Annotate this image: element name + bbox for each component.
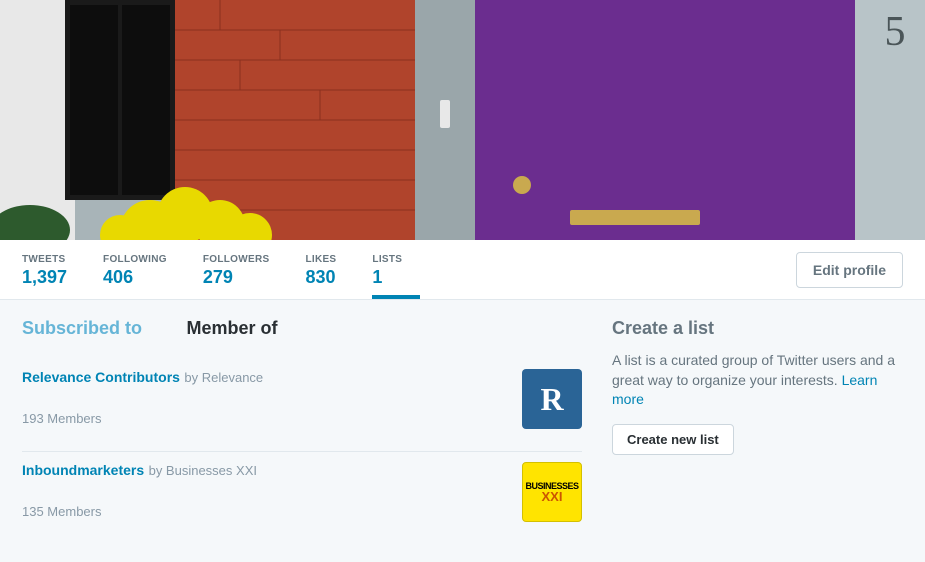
main-column: Subscribed to Member of Relevance Contri… xyxy=(22,318,582,544)
stat-label: LIKES xyxy=(305,254,336,265)
stat-label: FOLLOWERS xyxy=(203,254,270,265)
stat-value: 279 xyxy=(203,265,270,288)
stat-value: 1,397 xyxy=(22,265,67,288)
tab-subscribed-to[interactable]: Subscribed to xyxy=(22,318,142,338)
profile-banner: 5 xyxy=(0,0,925,240)
tab-lists[interactable]: LISTS 1 xyxy=(372,240,420,299)
list-members-count: 135 Members xyxy=(22,504,507,519)
tab-likes[interactable]: LIKES 830 xyxy=(305,240,354,299)
content-area: Subscribed to Member of Relevance Contri… xyxy=(0,300,925,562)
sidebar-title: Create a list xyxy=(612,318,903,339)
create-new-list-button[interactable]: Create new list xyxy=(612,424,734,455)
edit-profile-button[interactable]: Edit profile xyxy=(796,252,903,288)
list-title-link[interactable]: Relevance Contributors xyxy=(22,369,180,385)
stat-value: 406 xyxy=(103,265,167,288)
stats-bar: TWEETS 1,397 FOLLOWING 406 FOLLOWERS 279… xyxy=(0,240,925,300)
sidebar: Create a list A list is a curated group … xyxy=(612,318,903,544)
stat-value: 830 xyxy=(305,265,336,288)
stat-label: TWEETS xyxy=(22,254,67,265)
tab-tweets[interactable]: TWEETS 1,397 xyxy=(22,240,85,299)
tab-member-of[interactable]: Member of xyxy=(186,318,277,338)
list-avatar[interactable]: BUSINESSES XXI xyxy=(522,462,582,522)
sidebar-description: A list is a curated group of Twitter use… xyxy=(612,351,903,410)
list-item[interactable]: Relevance Contributors by Relevance 193 … xyxy=(22,359,582,452)
list-item[interactable]: Inboundmarketers by Businesses XXI 135 M… xyxy=(22,452,582,544)
tab-followers[interactable]: FOLLOWERS 279 xyxy=(203,240,288,299)
list-avatar[interactable]: R xyxy=(522,369,582,429)
stat-label: FOLLOWING xyxy=(103,254,167,265)
list-tabs: Subscribed to Member of xyxy=(22,318,582,339)
stat-value: 1 xyxy=(372,265,402,288)
list-byline: by Relevance xyxy=(184,370,263,385)
svg-text:5: 5 xyxy=(885,9,906,55)
list-byline: by Businesses XXI xyxy=(149,463,257,478)
list-title-link[interactable]: Inboundmarketers xyxy=(22,462,144,478)
list-members-count: 193 Members xyxy=(22,411,507,426)
tab-following[interactable]: FOLLOWING 406 xyxy=(103,240,185,299)
stat-label: LISTS xyxy=(372,254,402,265)
